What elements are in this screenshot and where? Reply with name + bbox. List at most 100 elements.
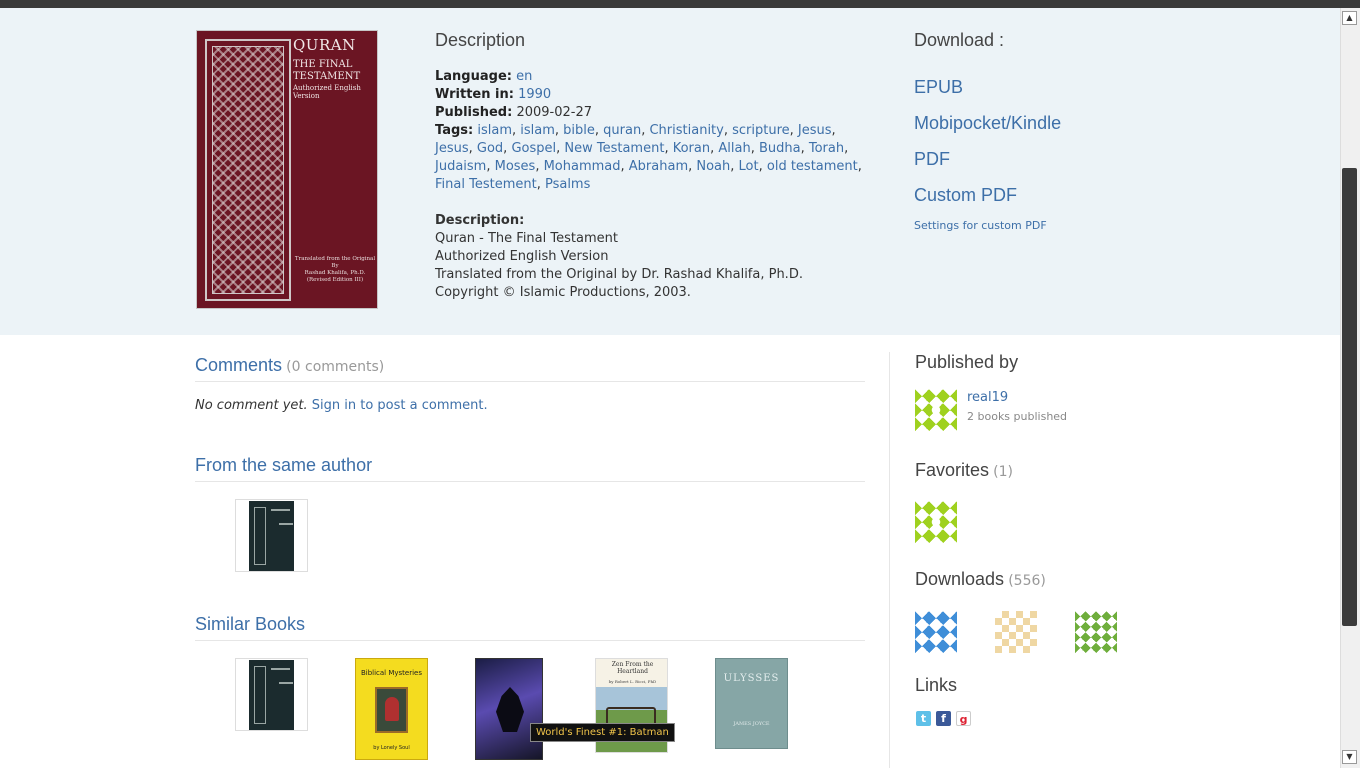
- similar-book-4-title: Zen From the Heartland: [611, 661, 654, 675]
- publisher-books-count: 2 books published: [967, 410, 1068, 423]
- similar-book-2[interactable]: Biblical Mysteries by Lonely Soul: [355, 658, 428, 760]
- links-heading: Links: [915, 675, 958, 695]
- no-comment-text: No comment yet.: [195, 398, 308, 413]
- similar-book-1[interactable]: [235, 658, 308, 731]
- similar-book-3[interactable]: [475, 658, 543, 760]
- similar-book-4-author: by Robert L. Ricci, PhD: [608, 679, 657, 684]
- same-author-book[interactable]: [235, 499, 308, 572]
- similar-books-section: Similar Books: [195, 614, 865, 641]
- downloader-avatar-3[interactable]: [1075, 611, 1117, 653]
- favorites-heading: Favorites: [915, 460, 990, 480]
- written-link[interactable]: 1990: [518, 87, 551, 102]
- twitter-icon[interactable]: t: [916, 711, 931, 726]
- tag-link[interactable]: Psalms: [545, 177, 590, 192]
- downloader-avatar-2[interactable]: [995, 611, 1037, 653]
- published-value: 2009-02-27: [516, 105, 593, 120]
- favorite-user-avatar[interactable]: [915, 501, 957, 543]
- painting-image: [375, 687, 408, 733]
- comments-title[interactable]: Comments: [195, 355, 282, 375]
- top-bar: [0, 0, 1360, 8]
- scrollbar-thumb[interactable]: [1342, 168, 1357, 626]
- tag-link[interactable]: Jesus: [798, 123, 832, 138]
- same-author-section: From the same author: [195, 455, 865, 482]
- similar-book-5[interactable]: ULYSSES JAMES JOYCE: [715, 658, 788, 749]
- downloader-avatar-1[interactable]: [915, 611, 957, 653]
- download-mobipocket-kindle-link[interactable]: Mobipocket/Kindle: [914, 105, 1214, 141]
- download-epub-link[interactable]: EPUB: [914, 69, 1214, 105]
- tag-link[interactable]: Abraham: [629, 159, 688, 174]
- tags-label: Tags:: [435, 123, 474, 138]
- tag-link[interactable]: Final Testement: [435, 177, 537, 192]
- download-pdf-link[interactable]: PDF: [914, 141, 1214, 177]
- similar-books-title[interactable]: Similar Books: [195, 614, 865, 635]
- description-line: Authorized English Version: [435, 249, 609, 264]
- signin-link[interactable]: Sign in to post a comment.: [312, 398, 488, 413]
- similar-book-2-title: Biblical Mysteries: [360, 669, 423, 677]
- similar-book-2-author: by Lonely Soul: [373, 745, 410, 751]
- publisher-avatar[interactable]: [915, 389, 957, 431]
- tag-link[interactable]: Torah: [809, 141, 844, 156]
- cover-footer-4: (Revised Edition III): [306, 277, 364, 283]
- description-heading: Description: [435, 30, 526, 50]
- published-label: Published:: [435, 105, 513, 120]
- cover-subtitle: THE FINAL TESTAMENT: [293, 59, 361, 82]
- comments-count: (0 comments): [286, 359, 385, 375]
- tag-link[interactable]: Jesus: [435, 141, 469, 156]
- book-cover: QURAN THE FINAL TESTAMENT Authorized Eng…: [196, 30, 378, 309]
- tag-link[interactable]: Christianity: [649, 123, 723, 138]
- cover-ornament: [205, 39, 291, 301]
- downloads-section: Downloads (556): [915, 569, 1195, 590]
- similar-book-5-author: JAMES JOYCE: [733, 721, 770, 727]
- favorites-count: (1): [993, 464, 1014, 480]
- publisher-link[interactable]: real19: [967, 390, 1008, 405]
- divider: [195, 481, 865, 482]
- published-by-section: Published by: [915, 352, 1195, 373]
- cover-footer-2: By: [331, 263, 339, 269]
- tag-link[interactable]: Gospel: [511, 141, 556, 156]
- google-icon[interactable]: g: [956, 711, 971, 726]
- tag-link[interactable]: Lot: [739, 159, 759, 174]
- written-label: Written in:: [435, 87, 514, 102]
- divider: [195, 640, 865, 641]
- tag-link[interactable]: Budha: [759, 141, 801, 156]
- tag-link[interactable]: islam: [520, 123, 555, 138]
- links-section: Links: [915, 675, 1195, 696]
- tag-link[interactable]: New Testament: [564, 141, 664, 156]
- cover-edition: Authorized English Version: [293, 84, 361, 100]
- description-line: Copyright © Islamic Productions, 2003.: [435, 285, 691, 300]
- tag-link[interactable]: God: [477, 141, 503, 156]
- cover-title: QURAN: [293, 36, 356, 54]
- download-custom-pdf-link[interactable]: Custom PDF: [914, 177, 1214, 213]
- tags-list: Tags: islam, islam, bible, quran, Christ…: [435, 123, 862, 192]
- facebook-icon[interactable]: f: [936, 711, 951, 726]
- scroll-up-arrow-icon[interactable]: ▲: [1342, 11, 1357, 25]
- tag-link[interactable]: Moses: [495, 159, 536, 174]
- downloads-count: (556): [1008, 573, 1046, 589]
- book-tooltip: World's Finest #1: Batman: [530, 723, 675, 742]
- tag-link[interactable]: scripture: [732, 123, 790, 138]
- language-label: Language:: [435, 69, 512, 84]
- divider: [195, 381, 865, 382]
- tag-link[interactable]: bible: [563, 123, 595, 138]
- published-by-heading: Published by: [915, 352, 1019, 372]
- description-line: Translated from the Original by Dr. Rash…: [435, 267, 803, 282]
- tag-link[interactable]: Judaism: [435, 159, 486, 174]
- tag-link[interactable]: Noah: [696, 159, 730, 174]
- description-panel: Description Language: en Written in: 199…: [435, 30, 875, 302]
- tag-link[interactable]: Allah: [718, 141, 750, 156]
- tag-link[interactable]: old testament: [767, 159, 858, 174]
- tag-link[interactable]: Mohammad: [544, 159, 621, 174]
- same-author-title[interactable]: From the same author: [195, 455, 865, 476]
- description-line: Quran - The Final Testament: [435, 231, 618, 246]
- language-link[interactable]: en: [516, 69, 532, 84]
- download-heading: Download :: [914, 30, 1005, 50]
- tag-link[interactable]: quran: [603, 123, 641, 138]
- column-divider: [889, 352, 890, 768]
- downloads-heading: Downloads: [915, 569, 1005, 589]
- custom-pdf-settings-link[interactable]: Settings for custom PDF: [914, 219, 1214, 232]
- tag-link[interactable]: Koran: [673, 141, 710, 156]
- favorites-section: Favorites (1): [915, 460, 1195, 481]
- similar-book-5-title: ULYSSES: [723, 673, 780, 684]
- scroll-down-arrow-icon[interactable]: ▼: [1342, 750, 1357, 764]
- tag-link[interactable]: islam: [477, 123, 512, 138]
